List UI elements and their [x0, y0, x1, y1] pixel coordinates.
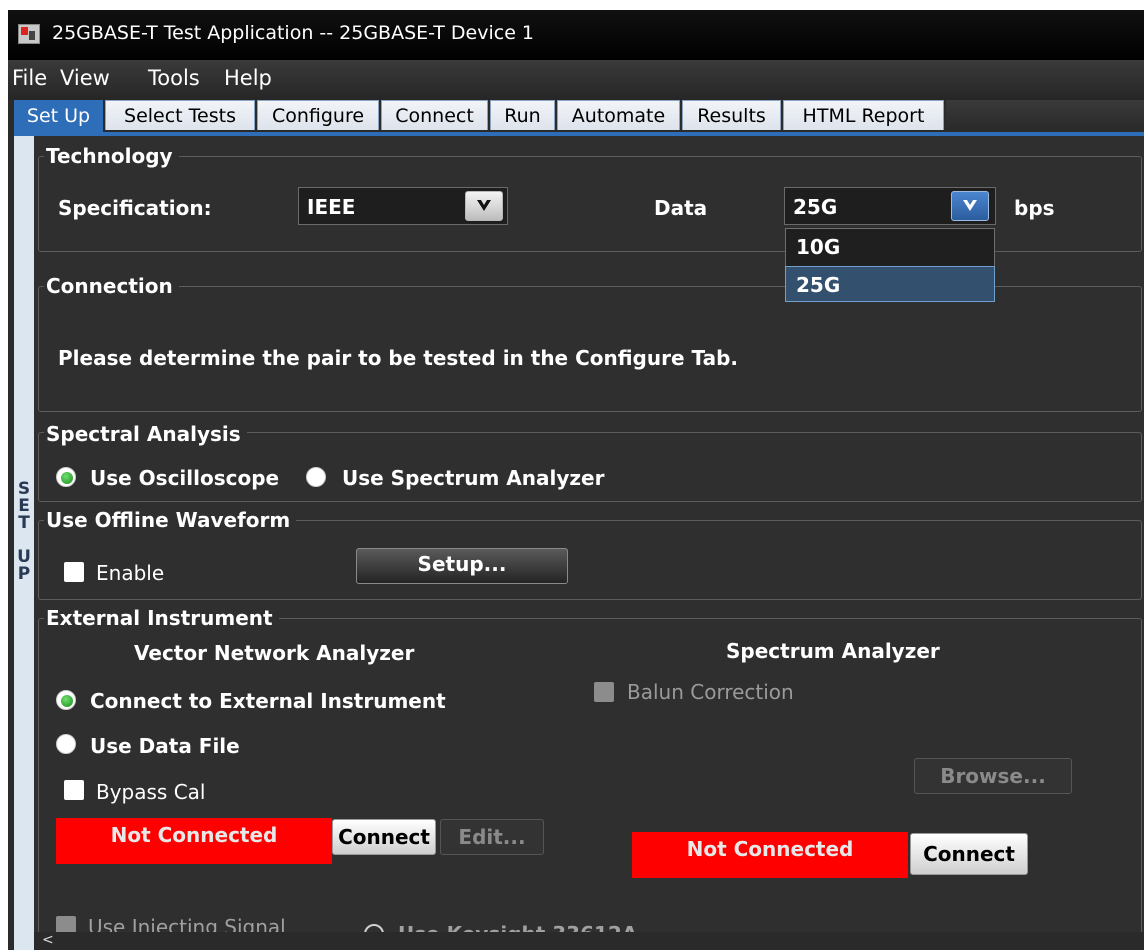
radio-use-oscilloscope[interactable] — [56, 467, 76, 487]
tab-set-up[interactable]: Set Up — [14, 100, 103, 133]
data-label: Data — [654, 196, 708, 220]
option-label: 10G — [796, 235, 841, 259]
horizontal-scrollbar[interactable]: < — [34, 932, 1144, 950]
tab-results[interactable]: Results — [682, 100, 781, 130]
menu-bar: File View Tools Help — [8, 60, 1144, 100]
tab-bar-filler — [946, 100, 1144, 130]
radio-use-spectrum-analyzer[interactable] — [306, 467, 326, 487]
scroll-left-icon[interactable]: < — [42, 932, 54, 948]
data-rate-combo[interactable]: 25G — [784, 187, 996, 225]
vertical-side-label: S E T U P — [14, 136, 34, 950]
offline-waveform-group — [38, 520, 1142, 600]
bypass-cal-label: Bypass Cal — [96, 780, 206, 804]
menu-tools[interactable]: Tools — [148, 66, 200, 90]
dropdown-option-10g[interactable]: 10G — [786, 229, 994, 265]
tab-html-report[interactable]: HTML Report — [783, 100, 944, 130]
vna-heading: Vector Network Analyzer — [134, 641, 415, 665]
tab-configure[interactable]: Configure — [257, 100, 379, 130]
chevron-down-icon[interactable] — [465, 191, 503, 221]
tab-connect[interactable]: Connect — [381, 100, 488, 130]
connection-message: Please determine the pair to be tested i… — [58, 346, 738, 370]
specification-label: Specification: — [58, 196, 212, 220]
sa-heading: Spectrum Analyzer — [726, 639, 940, 663]
vna-status: Not Connected — [56, 818, 332, 864]
tab-automate[interactable]: Automate — [557, 100, 680, 130]
spectral-analysis-title: Spectral Analysis — [44, 422, 247, 446]
option-label: 25G — [796, 273, 841, 297]
app-icon — [18, 24, 40, 44]
sa-status-text: Not Connected — [686, 837, 854, 861]
setup-panel: Technology Specification: IEEE Data 25G … — [34, 136, 1144, 950]
tab-run[interactable]: Run — [490, 100, 555, 130]
data-rate-dropdown: 10G 25G — [785, 228, 995, 302]
balun-correction-label: Balun Correction — [627, 680, 794, 704]
connect-external-label: Connect to External Instrument — [90, 689, 446, 713]
enable-label: Enable — [96, 561, 165, 585]
data-rate-value: 25G — [793, 195, 838, 219]
technology-title: Technology — [44, 144, 179, 168]
side-label-text: S E T U P — [17, 479, 31, 584]
sa-status: Not Connected — [632, 832, 908, 878]
radio-use-data-file[interactable] — [56, 734, 76, 754]
specification-value: IEEE — [307, 195, 356, 219]
bypass-cal-checkbox[interactable] — [64, 780, 84, 800]
offline-waveform-title: Use Offline Waveform — [44, 508, 297, 532]
chevron-down-icon[interactable] — [951, 191, 989, 221]
edit-button[interactable]: Edit... — [440, 819, 544, 855]
dropdown-option-25g[interactable]: 25G — [785, 266, 995, 302]
browse-button[interactable]: Browse... — [914, 758, 1072, 794]
radio-connect-external[interactable] — [56, 690, 76, 710]
use-oscilloscope-label: Use Oscilloscope — [90, 466, 280, 490]
use-spectrum-analyzer-label: Use Spectrum Analyzer — [342, 466, 605, 490]
title-bar: 25GBASE-T Test Application -- 25GBASE-T … — [8, 10, 1144, 60]
vna-connect-button[interactable]: Connect — [332, 819, 436, 855]
balun-correction-checkbox[interactable] — [594, 682, 614, 702]
sa-connect-button[interactable]: Connect — [910, 833, 1028, 875]
enable-checkbox[interactable] — [64, 562, 84, 582]
menu-view[interactable]: View — [60, 66, 110, 90]
setup-button[interactable]: Setup... — [356, 548, 568, 584]
tab-bar: Set Up Select Tests Configure Connect Ru… — [14, 100, 1144, 133]
menu-help[interactable]: Help — [224, 66, 272, 90]
use-data-file-label: Use Data File — [90, 734, 240, 758]
vna-status-text: Not Connected — [110, 823, 278, 847]
menu-file[interactable]: File — [12, 66, 47, 90]
tab-select-tests[interactable]: Select Tests — [105, 100, 255, 130]
unit-label: bps — [1014, 196, 1055, 220]
window-title: 25GBASE-T Test Application -- 25GBASE-T … — [52, 22, 535, 44]
specification-combo[interactable]: IEEE — [298, 187, 508, 225]
connection-title: Connection — [44, 274, 179, 298]
app-window: 25GBASE-T Test Application -- 25GBASE-T … — [8, 10, 1144, 950]
external-instrument-title: External Instrument — [44, 606, 279, 630]
